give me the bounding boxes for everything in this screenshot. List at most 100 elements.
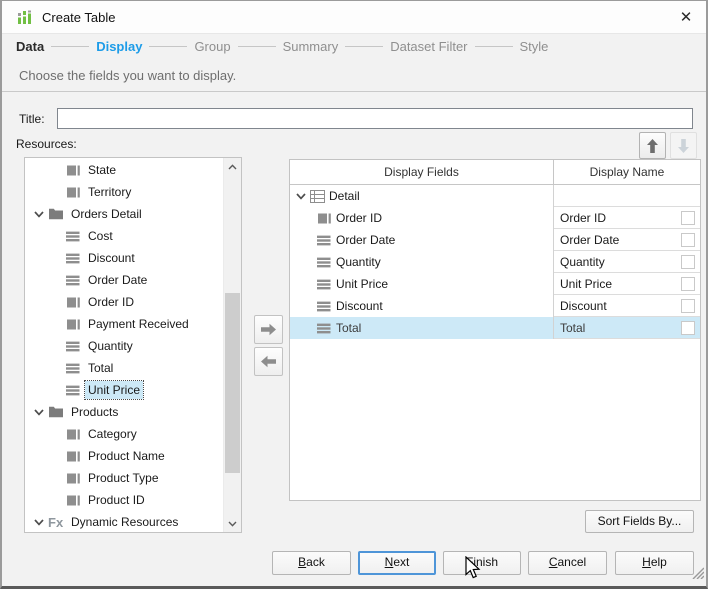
folder-icon	[48, 207, 64, 221]
scrollbar-thumb[interactable]	[225, 293, 240, 473]
scrollbar-down-button[interactable]	[224, 515, 241, 532]
display-name-cell[interactable]: Unit Price	[554, 273, 700, 295]
remove-field-button[interactable]	[254, 347, 283, 376]
tree-item-order-id[interactable]: Order ID	[25, 291, 224, 313]
finish-button[interactable]: Finish	[443, 551, 521, 575]
table-row-detail[interactable]: Detail	[290, 185, 700, 207]
move-up-button[interactable]	[639, 132, 666, 159]
display-name-cell[interactable]: Order Date	[554, 229, 700, 251]
tree-item-order-date[interactable]: Order Date	[25, 269, 224, 291]
sort-fields-button[interactable]: Sort Fields By...	[585, 510, 694, 533]
column-header-display-fields: Display Fields	[290, 160, 554, 184]
tree-item-label: Orders Detail	[71, 207, 142, 221]
chevron-down-icon	[34, 518, 45, 526]
tree-item-payment-received[interactable]: Payment Received	[25, 313, 224, 335]
tree-item-label: Territory	[88, 185, 132, 199]
tree-item-label: Discount	[88, 251, 135, 265]
tree-item-label: State	[88, 163, 117, 177]
add-field-button[interactable]	[254, 315, 283, 344]
numeric-field-icon	[317, 233, 332, 248]
left-arrow-icon	[260, 355, 277, 368]
tree-scrollbar[interactable]	[223, 158, 241, 532]
display-name-checkbox[interactable]	[681, 254, 695, 269]
table-header: Display Fields Display Name	[290, 160, 700, 185]
step-display[interactable]: Display	[96, 39, 142, 54]
tree-item-label-selected: Unit Price	[83, 380, 145, 400]
step-connector	[345, 46, 384, 47]
chevron-down-icon	[296, 192, 307, 200]
display-name-checkbox[interactable]	[681, 210, 695, 225]
numeric-field-icon	[317, 255, 332, 270]
tree-item-product-name[interactable]: Product Name	[25, 445, 224, 467]
up-arrow-icon	[646, 138, 659, 154]
close-button[interactable]: ✕	[675, 6, 697, 28]
tree-rows: State Territory Orders Detail Cost Disco…	[25, 158, 224, 532]
resize-grip-icon[interactable]	[690, 565, 705, 584]
numeric-field-icon	[66, 383, 81, 398]
display-name-value: Order ID	[560, 210, 607, 225]
string-field-icon	[66, 317, 81, 332]
display-name-checkbox[interactable]	[681, 320, 695, 335]
table-row-discount[interactable]: Discount Discount	[290, 295, 700, 317]
tree-item-total[interactable]: Total	[25, 357, 224, 379]
field-label: Order Date	[336, 233, 396, 247]
string-field-icon	[66, 427, 81, 442]
string-field-icon	[66, 295, 81, 310]
table-row-quantity[interactable]: Quantity Quantity	[290, 251, 700, 273]
display-name-cell[interactable]: Total	[554, 317, 700, 339]
string-field-icon	[66, 163, 81, 178]
tree-item-category[interactable]: Category	[25, 423, 224, 445]
fx-icon: Fx	[48, 514, 64, 530]
column-header-display-name: Display Name	[589, 165, 665, 179]
tree-item-label: Dynamic Resources	[71, 515, 179, 529]
tree-item-unit-price[interactable]: Unit Price	[25, 379, 224, 401]
tree-item-state[interactable]: State	[25, 159, 224, 181]
display-name-checkbox[interactable]	[681, 298, 695, 313]
display-name-cell[interactable]: Quantity	[554, 251, 700, 273]
table-row-total-selected[interactable]: Total Total	[290, 317, 700, 339]
table-row-unit-price[interactable]: Unit Price Unit Price	[290, 273, 700, 295]
tree-item-quantity[interactable]: Quantity	[25, 335, 224, 357]
scrollbar-up-button[interactable]	[224, 158, 241, 175]
tree-item-product-id[interactable]: Product ID	[25, 489, 224, 511]
display-name-value: Discount	[560, 298, 607, 313]
back-button[interactable]: Back	[272, 551, 351, 575]
help-button[interactable]: Help	[615, 551, 694, 575]
table-icon	[310, 189, 325, 203]
tree-item-discount[interactable]: Discount	[25, 247, 224, 269]
tree-item-products[interactable]: Products	[25, 401, 224, 423]
tree-item-dynamic-resources[interactable]: Fx Dynamic Resources	[25, 511, 224, 532]
resources-label: Resources:	[16, 137, 77, 151]
display-name-cell[interactable]: Order ID	[554, 207, 700, 229]
title-input[interactable]	[57, 108, 693, 129]
display-name-checkbox[interactable]	[681, 276, 695, 291]
numeric-field-icon	[66, 229, 81, 244]
field-label: Order ID	[336, 211, 383, 225]
display-name-checkbox[interactable]	[681, 232, 695, 247]
step-summary[interactable]: Summary	[283, 39, 339, 54]
tree-item-cost[interactable]: Cost	[25, 225, 224, 247]
tree-item-territory[interactable]: Territory	[25, 181, 224, 203]
next-button[interactable]: Next	[358, 551, 436, 575]
tree-item-product-type[interactable]: Product Type	[25, 467, 224, 489]
numeric-field-icon	[317, 277, 332, 292]
move-down-button[interactable]	[670, 132, 697, 159]
display-name-cell[interactable]: Discount	[554, 295, 700, 317]
folder-icon	[48, 405, 64, 419]
step-style[interactable]: Style	[520, 39, 549, 54]
string-field-icon	[66, 449, 81, 464]
cancel-button[interactable]: Cancel	[528, 551, 607, 575]
numeric-field-icon	[66, 251, 81, 266]
display-name-cell[interactable]	[554, 185, 700, 207]
title-label: Title:	[19, 112, 45, 126]
step-data[interactable]: Data	[16, 39, 44, 54]
wizard-steps: Data Display Group Summary Dataset Filte…	[16, 39, 548, 54]
chevron-down-icon	[34, 408, 45, 416]
step-dataset-filter[interactable]: Dataset Filter	[390, 39, 467, 54]
tree-item-orders-detail[interactable]: Orders Detail	[25, 203, 224, 225]
tree-item-label: Payment Received	[88, 317, 189, 331]
step-group[interactable]: Group	[194, 39, 230, 54]
table-row-order-date[interactable]: Order Date Order Date	[290, 229, 700, 251]
table-row-order-id[interactable]: Order ID Order ID	[290, 207, 700, 229]
window-title: Create Table	[42, 9, 116, 25]
